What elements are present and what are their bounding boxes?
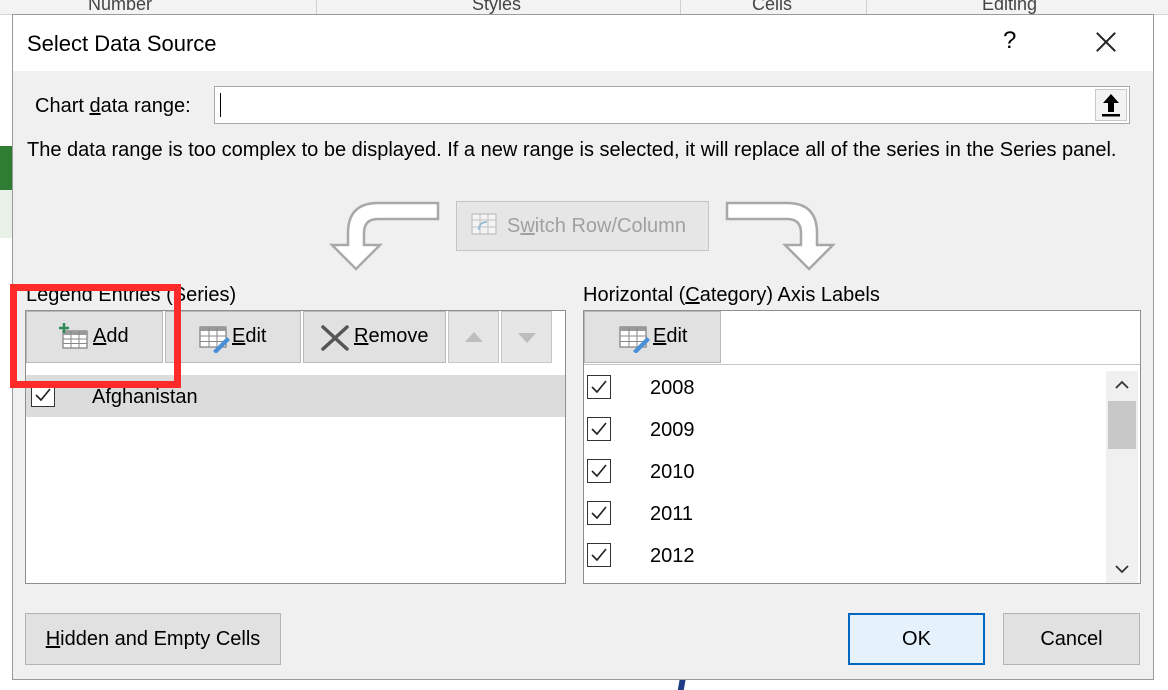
checkmark-icon bbox=[591, 380, 607, 394]
curved-arrow-left-icon bbox=[328, 201, 440, 271]
axis-label-checkbox[interactable] bbox=[587, 375, 611, 399]
triangle-up-icon bbox=[465, 332, 483, 342]
switch-row-column-button[interactable]: Switch Row/Column bbox=[456, 201, 709, 251]
up-arrow-icon bbox=[1102, 94, 1120, 117]
chevron-down-icon[interactable] bbox=[1115, 564, 1129, 574]
move-down-button[interactable] bbox=[501, 311, 552, 363]
remove-series-button[interactable]: Remove bbox=[303, 311, 446, 363]
edit-table-icon bbox=[199, 326, 230, 353]
collapse-dialog-button[interactable] bbox=[1095, 89, 1127, 121]
checkmark-icon bbox=[591, 506, 607, 520]
dialog-titlebar: Select Data Source ? bbox=[13, 15, 1153, 71]
ribbon-separator bbox=[680, 0, 681, 14]
text-caret bbox=[220, 93, 221, 117]
close-icon[interactable] bbox=[1091, 23, 1121, 59]
range-message: The data range is too complex to be disp… bbox=[27, 139, 1117, 161]
axis-label-checkbox[interactable] bbox=[587, 501, 611, 525]
dialog-title: Select Data Source bbox=[27, 31, 217, 56]
chart-data-range-label: Chart data range: bbox=[35, 95, 191, 117]
triangle-down-icon bbox=[518, 333, 536, 343]
cancel-button[interactable]: Cancel bbox=[1003, 613, 1140, 665]
checkmark-icon bbox=[591, 422, 607, 436]
hidden-empty-cells-button[interactable]: Hidden and Empty Cells bbox=[25, 613, 281, 665]
axis-label-checkbox[interactable] bbox=[587, 543, 611, 567]
axis-label-item[interactable]: 2012 bbox=[584, 535, 1104, 577]
switch-row-column-icon bbox=[471, 213, 497, 235]
curved-arrow-right-icon bbox=[725, 201, 837, 271]
axis-label-item[interactable]: 2008 bbox=[584, 367, 1104, 409]
series-name: Afghanistan bbox=[92, 386, 198, 408]
excel-ribbon-background: Number Styles Cells Editing bbox=[0, 0, 1168, 15]
edit-table-icon bbox=[619, 326, 650, 353]
ribbon-separator bbox=[316, 0, 317, 14]
checkmark-icon bbox=[591, 464, 607, 478]
axis-label-text: 2008 bbox=[650, 377, 695, 399]
panel-divider bbox=[584, 364, 1140, 365]
edit-series-button[interactable]: Edit bbox=[165, 311, 301, 363]
ribbon-group-cells: Cells bbox=[752, 0, 793, 14]
axis-label-text: 2011 bbox=[650, 503, 694, 525]
axis-label-item[interactable]: 2010 bbox=[584, 451, 1104, 493]
ribbon-group-editing: Editing bbox=[982, 0, 1038, 14]
select-data-source-dialog: Select Data Source ? Chart data range: T… bbox=[12, 14, 1154, 680]
ok-button[interactable]: OK bbox=[848, 613, 985, 665]
move-up-button[interactable] bbox=[448, 311, 499, 363]
checkmark-icon bbox=[35, 388, 51, 402]
axis-label-item[interactable]: 2011 bbox=[584, 493, 1104, 535]
checkmark-icon bbox=[591, 548, 607, 562]
delete-x-icon bbox=[321, 325, 349, 351]
sheet-cell-background bbox=[0, 190, 12, 238]
ribbon-group-styles: Styles bbox=[472, 0, 522, 14]
highlight-box bbox=[10, 284, 181, 388]
axis-label-checkbox[interactable] bbox=[587, 459, 611, 483]
ribbon-group-number: Number bbox=[88, 0, 153, 14]
ribbon-separator bbox=[866, 0, 867, 14]
axis-labels-header: Horizontal (Category) Axis Labels bbox=[583, 284, 880, 306]
chart-data-range-input[interactable] bbox=[214, 86, 1130, 124]
help-button[interactable]: ? bbox=[1003, 27, 1016, 55]
axis-labels-scrollbar[interactable] bbox=[1106, 371, 1138, 583]
chevron-up-icon[interactable] bbox=[1115, 380, 1129, 390]
scrollbar-thumb[interactable] bbox=[1108, 401, 1136, 449]
edit-axis-labels-button[interactable]: Edit bbox=[584, 311, 721, 363]
axis-label-text: 2012 bbox=[650, 545, 695, 567]
axis-label-text: 2010 bbox=[650, 461, 695, 483]
axis-label-text: 2009 bbox=[650, 419, 695, 441]
axis-label-checkbox[interactable] bbox=[587, 417, 611, 441]
axis-labels-panel: Edit 2008 2009 2010 2011 2012 bbox=[583, 310, 1141, 584]
axis-label-item[interactable]: 2009 bbox=[584, 409, 1104, 451]
